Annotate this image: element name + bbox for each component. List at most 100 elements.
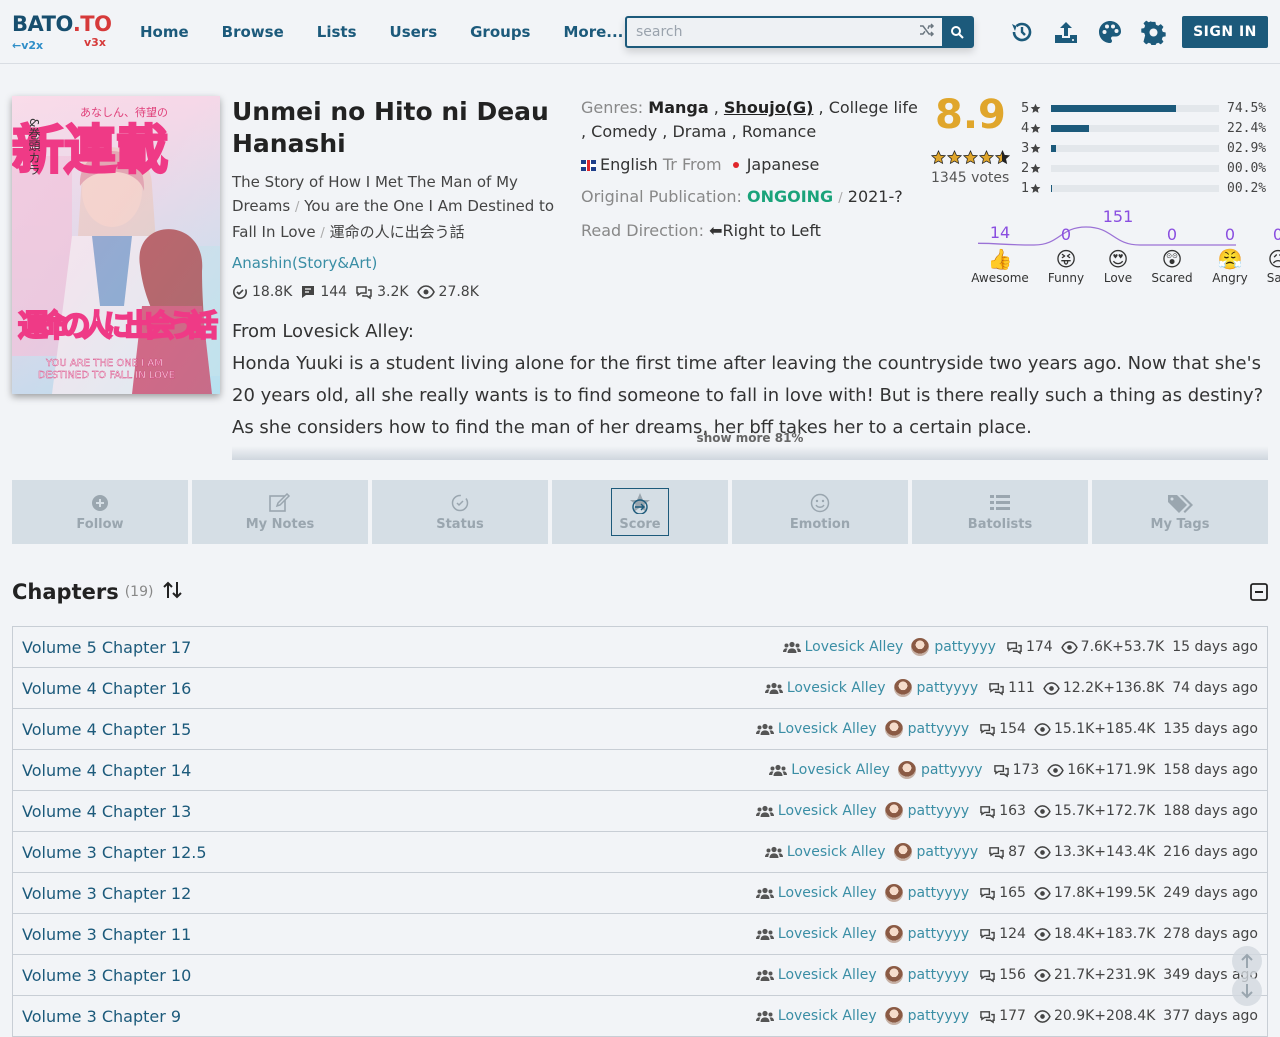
cover-image[interactable]: あなしん、待望の 新連載 &巻頭カラ 運命の人に出会う話 YOU ARE THE… [12,96,220,394]
chapter-link[interactable]: Volume 3 Chapter 10 [22,966,756,985]
chapter-link[interactable]: Volume 5 Chapter 17 [22,638,783,657]
chapter-link[interactable]: Volume 3 Chapter 12 [22,884,756,903]
chapter-comments[interactable]: 124 [979,926,1026,942]
genre-romance[interactable]: Romance [742,122,816,141]
chapter-date: 278 days ago [1163,926,1258,942]
chapter-comments[interactable]: 154 [979,721,1026,737]
chapter-comments[interactable]: 165 [979,885,1026,901]
emotion-label: Scared [1151,271,1193,285]
nav-more[interactable]: More... [563,23,623,41]
scanlation-group-link[interactable]: Lovesick Alley [764,680,886,696]
show-more-toggle[interactable]: show more 81% [232,431,1268,445]
chapter-row: Volume 3 Chapter 10 Lovesick Alley pattyyy… [12,955,1268,996]
chapter-comments[interactable]: 156 [979,967,1026,983]
uploader-avatar [884,802,903,820]
uploader-link[interactable]: pattyyyy [884,966,969,984]
comments-icon [980,928,995,941]
author-name[interactable]: Anashin(Story&Art) [232,254,377,272]
random-shuffle-icon[interactable] [912,23,942,41]
arrow-up-icon [1241,953,1253,968]
chapter-link[interactable]: Volume 4 Chapter 16 [22,679,765,698]
nav-groups[interactable]: Groups [470,23,530,41]
gear-icon[interactable] [1140,18,1168,46]
uploader-link[interactable]: pattyyyy [884,925,969,943]
switch-v2x-link[interactable]: ←v2x [12,39,43,52]
edit-note-icon [269,493,291,512]
chapter-link[interactable]: Volume 3 Chapter 11 [22,925,756,944]
upload-icon[interactable] [1052,18,1080,46]
scanlation-group-link[interactable]: Lovesick Alley [755,1008,877,1024]
chapter-comments[interactable]: 87 [988,844,1026,860]
chapter-link[interactable]: Volume 4 Chapter 13 [22,802,756,821]
comments-icon [989,846,1004,859]
genre-manga[interactable]: Manga [648,98,708,117]
chapter-comments[interactable]: 174 [1006,639,1053,655]
genre-comedy[interactable]: Comedy [591,122,657,141]
status-button[interactable]: Status [372,480,548,544]
chapter-comments[interactable]: 163 [979,803,1026,819]
uploader-link[interactable]: pattyyyy [884,1007,969,1025]
cover-en-line2: DESTINED TO FALL IN LOVE [38,370,175,381]
description-source: From Lovesick Alley: [232,321,414,342]
chapter-link[interactable]: Volume 3 Chapter 9 [22,1007,756,1026]
palette-icon[interactable] [1096,18,1124,46]
users-group-icon [755,887,774,899]
uploader-link[interactable]: pattyyyy [884,720,969,738]
scroll-down-button[interactable] [1232,976,1262,1006]
chapter-comments[interactable]: 111 [988,680,1035,696]
nav-home[interactable]: Home [140,23,189,41]
chapter-link[interactable]: Volume 4 Chapter 15 [22,720,756,739]
sort-order-icon[interactable] [163,580,183,604]
scanlation-group-link[interactable]: Lovesick Alley [755,803,877,819]
nav-lists[interactable]: Lists [317,23,357,41]
users-group-icon [764,846,783,858]
my-notes-button[interactable]: My Notes [192,480,368,544]
sign-in-button[interactable]: SIGN IN [1182,16,1268,48]
search-button[interactable] [942,18,972,46]
genre-drama[interactable]: Drama [672,122,726,141]
uploader-link[interactable]: pattyyyy [884,802,969,820]
batolists-button[interactable]: Batolists [912,480,1088,544]
alt-names: The Story of How I Met The Man of My Dre… [232,173,555,241]
eye-icon [1043,681,1060,695]
emotion-button[interactable]: Emotion [732,480,908,544]
scanlation-group-link[interactable]: Lovesick Alley [755,967,877,983]
search-input[interactable] [627,18,912,46]
uploader-link[interactable]: pattyyyy [897,761,983,779]
scanlation-group-link[interactable]: Lovesick Alley [764,844,886,860]
scroll-up-button[interactable] [1232,946,1262,976]
score-button[interactable]: Score [552,480,728,544]
chapter-link[interactable]: Volume 4 Chapter 14 [22,761,769,780]
chapter-views: 7.6K+53.7K [1060,639,1164,655]
author-link[interactable]: Anashin(Story&Art) [232,254,562,272]
chapter-comments[interactable]: 177 [979,1008,1026,1024]
chapters-count: (19) [124,584,154,600]
cover-top-text: あなしん、待望の [80,105,168,119]
collapse-icon[interactable] [1250,583,1268,605]
chapter-link[interactable]: Volume 3 Chapter 12.5 [22,843,765,862]
scanlation-group-link[interactable]: Lovesick Alley [755,721,877,737]
history-icon[interactable] [1008,18,1036,46]
site-logo[interactable]: BATO.TO v3x ←v2x [12,10,122,54]
genre-college-life[interactable]: College life [829,98,918,117]
scanlation-group-link[interactable]: Lovesick Alley [782,639,903,655]
scanlation-group-link[interactable]: Lovesick Alley [769,762,890,778]
follow-button[interactable]: Follow [12,480,188,544]
uploader-link[interactable]: pattyyyy [884,884,969,902]
nav-browse[interactable]: Browse [222,23,284,41]
chapter-comments[interactable]: 173 [993,762,1039,778]
uploader-link[interactable]: pattyyyy [893,679,978,697]
emotion-label: Awesome [971,271,1029,285]
uploader-link[interactable]: pattyyyy [911,638,996,656]
rating-star-icon [995,150,1010,165]
scanlation-group-link[interactable]: Lovesick Alley [755,885,877,901]
nav-users[interactable]: Users [390,23,438,41]
comments-icon [993,764,1009,777]
meta-block: Genres: Manga , Shoujo(G) , College life… [581,96,921,243]
emotion-count: 14 [989,223,1011,243]
genre-shoujo[interactable]: Shoujo(G) [724,98,814,117]
uploader-link[interactable]: pattyyyy [893,843,978,861]
chapter-row: Volume 3 Chapter 12.5 Lovesick Alley patty… [12,832,1268,873]
scanlation-group-link[interactable]: Lovesick Alley [755,926,877,942]
my-tags-button[interactable]: My Tags [1092,480,1268,544]
